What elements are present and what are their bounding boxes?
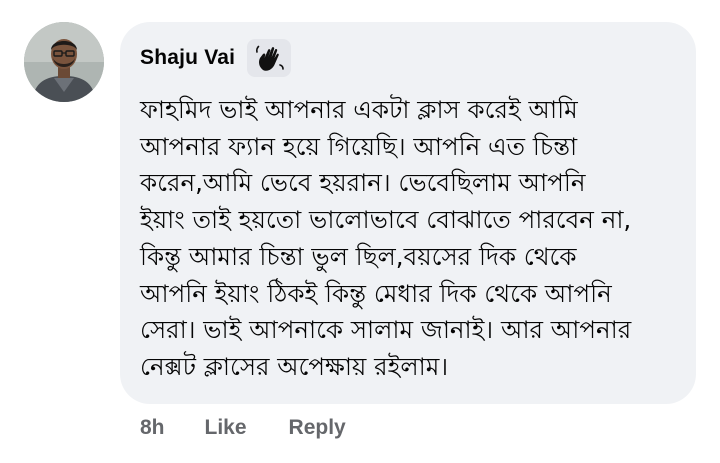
comment-timestamp[interactable]: 8h: [140, 416, 165, 440]
comment-text-line: কিন্তু আমার চিন্তা ভুল ছিল,বয়সের দিক থে…: [140, 241, 577, 271]
like-button[interactable]: Like: [205, 416, 247, 440]
comment-bubble: Shaju Vai ফাহমিদ ভাই আপনার একটা ক্লাস কর…: [120, 22, 696, 404]
comment-text-line: নেক্সট ক্লাসের অপেক্ষায় রইলাম।: [140, 351, 449, 381]
comment-actions: 8h Like Reply: [140, 416, 346, 440]
avatar[interactable]: [24, 22, 104, 102]
wave-hand-glyph: [256, 45, 284, 71]
comment-text-line: করেন,আমি ভেবে হয়রান। ভেবেছিলাম আপনি: [140, 168, 586, 198]
comment-text-line: ইয়াং তাই হয়তো ভালোভাবে বোঝাতে পারবেন ন…: [140, 205, 632, 235]
comment-text-line: ফাহমিদ ভাই আপনার একটা ক্লাস করেই আমি: [140, 95, 578, 124]
author-row: Shaju Vai: [140, 39, 674, 77]
comment-text-line: সেরা। ভাই আপনাকে সালাম জানাই। আর আপনার: [140, 315, 632, 345]
wave-hand-icon[interactable]: [247, 39, 292, 77]
avatar-photo: [24, 22, 104, 102]
comment: Shaju Vai ফাহমিদ ভাই আপনার একটা ক্লাস কর…: [0, 0, 720, 463]
comment-text-line: আপনি ইয়াং ঠিকই কিন্তু মেধার দিক থেকে আপ…: [140, 278, 612, 308]
reply-button[interactable]: Reply: [289, 416, 346, 440]
comment-text-line: আপনার ফ্যান হয়ে গিয়েছি। আপনি এত চিন্তা: [140, 131, 578, 161]
author-name[interactable]: Shaju Vai: [140, 46, 235, 70]
comment-text: ফাহমিদ ভাই আপনার একটা ক্লাস করেই আমি আপন…: [140, 92, 674, 386]
